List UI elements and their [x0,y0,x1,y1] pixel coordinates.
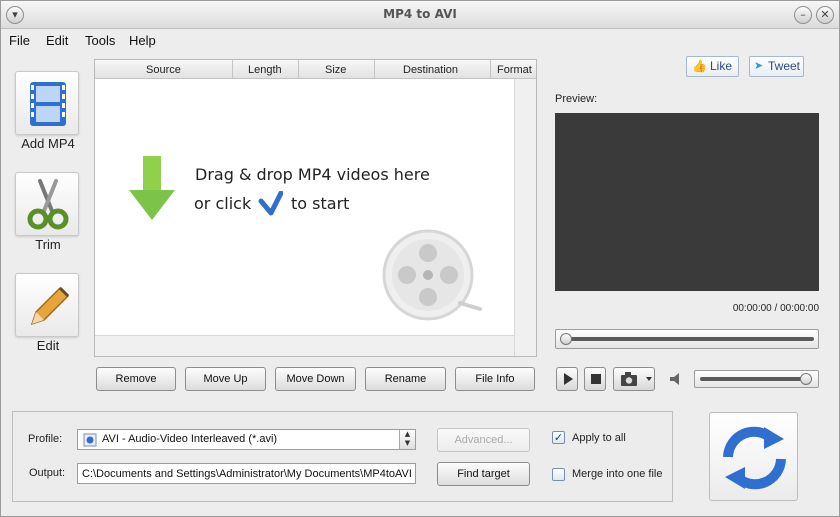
apply-to-all-checkbox[interactable]: ✓ [552,431,565,444]
advanced-button[interactable]: Advanced... [437,428,530,452]
convert-button[interactable] [709,412,798,501]
menu-edit[interactable]: Edit [46,33,68,48]
snapshot-button[interactable] [613,367,655,391]
tweet-label: Tweet [768,59,801,73]
rename-button[interactable]: Rename [365,367,446,391]
profile-label: Profile: [28,433,63,445]
column-length[interactable]: Length [248,64,282,76]
tweet-button[interactable]: ➤ Tweet [749,56,804,77]
profile-spinner[interactable]: ▲ ▼ [399,430,415,449]
trim-label: Trim [35,237,61,252]
play-icon [564,373,573,385]
list-scroll-gutter [514,79,536,356]
title-bar: ▾ MP4 to AVI – ✕ [1,1,839,29]
film-icon [30,82,66,126]
camera-icon [621,372,652,386]
trim-button[interactable] [15,172,79,236]
checkmark-icon: ✓ [553,431,564,444]
click-hand-icon [258,191,283,216]
find-target-button[interactable]: Find target [437,462,530,486]
thumbs-up-icon: 👍 [692,59,707,73]
file-list[interactable]: Source Length Size Destination Format Dr… [94,59,537,357]
drop-text-line1: Drag & drop MP4 videos here [195,165,430,184]
menu-bar: File Edit Tools Help [1,30,839,52]
column-format[interactable]: Format [497,64,532,76]
preview-screen [555,113,819,291]
close-icon: ✕ [820,8,830,21]
play-button[interactable] [556,367,578,391]
app-window: ▾ MP4 to AVI – ✕ File Edit Tools Help Ad… [0,0,840,517]
output-path-field[interactable]: C:\Documents and Settings\Administrator\… [77,463,416,484]
move-down-button[interactable]: Move Down [275,367,356,391]
menu-tools[interactable]: Tools [85,33,115,48]
convert-arrows-icon [723,426,786,490]
twitter-bird-icon: ➤ [754,60,764,72]
volume-track [700,377,812,381]
output-path-value: C:\Documents and Settings\Administrator\… [82,468,412,480]
seek-thumb[interactable] [560,333,572,345]
volume-thumb[interactable] [800,373,812,385]
drop-text-line2-pre: or click [194,194,252,213]
stop-icon [591,374,601,384]
remove-button[interactable]: Remove [96,367,176,391]
profile-select[interactable]: AVI - Audio-Video Interleaved (*.avi) ▲ … [77,429,416,450]
minimize-button[interactable]: – [794,6,812,24]
output-label: Output: [29,467,66,479]
chevron-up-icon: ▲ [404,430,411,438]
apply-to-all-label: Apply to all [572,432,626,444]
preview-label: Preview: [555,93,598,105]
drop-zone[interactable]: Drag & drop MP4 videos here or click to … [95,79,514,335]
list-footer [95,335,514,356]
column-destination[interactable]: Destination [403,64,458,76]
menu-file[interactable]: File [9,33,30,48]
timecode: 00:00:00 / 00:00:00 [732,303,819,314]
chevron-down-icon: ▼ [404,439,411,447]
window-title: MP4 to AVI [383,7,457,21]
column-size[interactable]: Size [325,64,346,76]
drop-text-line2-post: to start [291,194,350,213]
minimize-icon: – [800,8,806,21]
merge-checkbox[interactable] [552,468,565,481]
move-up-button[interactable]: Move Up [185,367,266,391]
edit-button[interactable] [15,273,79,337]
like-label: Like [710,59,733,73]
seek-track [564,337,814,341]
stop-button[interactable] [584,367,606,391]
edit-label: Edit [36,338,60,353]
file-info-button[interactable]: File Info [455,367,535,391]
volume-icon[interactable] [667,370,685,388]
menu-help[interactable]: Help [129,33,156,48]
seek-slider[interactable] [555,329,819,349]
settings-panel [12,411,673,502]
profile-value: AVI - Audio-Video Interleaved (*.avi) [102,433,278,445]
pencil-icon [30,286,70,326]
close-button[interactable]: ✕ [816,6,834,24]
scissors-icon [27,179,69,230]
merge-label: Merge into one file [572,468,663,480]
arrow-down-icon [129,156,175,220]
like-button[interactable]: 👍 Like [686,56,739,77]
column-source[interactable]: Source [146,64,181,76]
list-header: Source Length Size Destination Format [95,60,536,79]
volume-slider[interactable] [694,370,819,388]
film-reel-icon [382,229,482,321]
avi-file-icon [83,433,97,447]
add-mp4-label: Add MP4 [21,136,75,151]
add-mp4-button[interactable] [15,71,79,135]
